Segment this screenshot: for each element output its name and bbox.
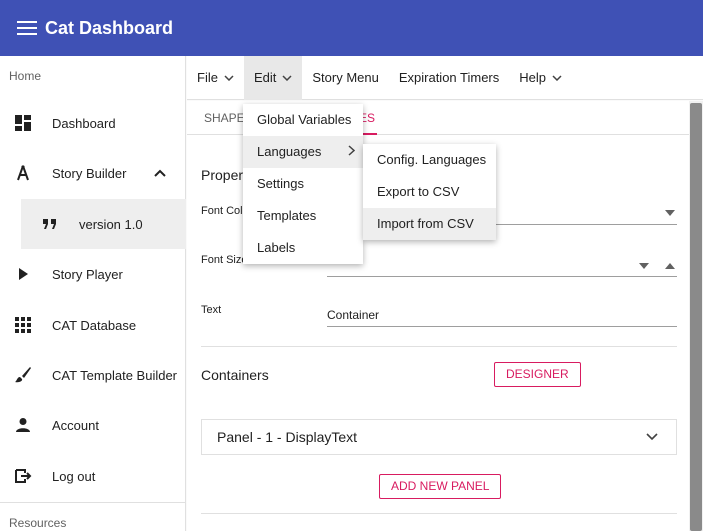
- sidebar-item-label: Account: [52, 417, 99, 433]
- menu-edit[interactable]: Edit: [243, 55, 303, 100]
- dashboard-icon: [14, 114, 32, 132]
- menu-story-menu[interactable]: Story Menu: [302, 56, 388, 100]
- menu-edit-label: Edit: [253, 69, 277, 85]
- sidebar-item-label: Story Builder: [52, 165, 127, 181]
- menu-item-global-variables[interactable]: Global Variables: [243, 104, 363, 136]
- menu-expiration-timers-label: Expiration Timers: [398, 69, 500, 85]
- person-icon: [14, 416, 32, 434]
- font-size-select[interactable]: [327, 253, 677, 277]
- brush-icon: [14, 366, 32, 384]
- chevron-right-icon: [348, 136, 356, 168]
- menu-item-languages[interactable]: Languages: [243, 136, 363, 168]
- sidebar-item-log-out[interactable]: Log out: [0, 451, 186, 501]
- menu-item-settings[interactable]: Settings: [243, 168, 363, 200]
- menu-file-label: File: [197, 69, 218, 85]
- chevron-up-icon[interactable]: [154, 166, 166, 180]
- play-icon: [14, 265, 32, 283]
- menu-item-import-csv[interactable]: Import from CSV: [363, 208, 496, 240]
- edit-dropdown-menu: Global Variables Languages Settings Temp…: [243, 104, 363, 264]
- text-label: Text: [201, 304, 222, 316]
- sidebar-item-label: version 1.0: [79, 216, 143, 232]
- sidebar-item-label: CAT Template Builder: [52, 367, 178, 383]
- menu-help[interactable]: Help: [509, 56, 572, 100]
- designer-button[interactable]: DESIGNER: [494, 362, 581, 387]
- app-bar: Cat Dashboard: [0, 0, 703, 56]
- sidebar-item-account[interactable]: Account: [0, 400, 186, 450]
- properties-title: Proper: [201, 167, 244, 183]
- menu-expiration-timers[interactable]: Expiration Timers: [389, 56, 509, 100]
- containers-title: Containers: [201, 367, 269, 383]
- sidebar-section-resources: Resources: [9, 516, 67, 530]
- chevron-down-icon[interactable]: [646, 430, 658, 444]
- sidebar-divider: [0, 502, 186, 503]
- sidebar-item-dashboard[interactable]: Dashboard: [0, 98, 186, 148]
- menu-item-templates[interactable]: Templates: [243, 200, 363, 232]
- dropdown-arrow-icon: [665, 201, 675, 225]
- sidebar-section-home: Home: [9, 69, 42, 83]
- languages-submenu: Config. Languages Export to CSV Import f…: [363, 144, 496, 240]
- menu-bar: File Edit Story Menu Expiration Timers H…: [187, 55, 703, 100]
- menu-item-labels[interactable]: Labels: [243, 232, 363, 264]
- divider: [201, 513, 677, 514]
- sidebar-item-label: Story Player: [52, 266, 123, 282]
- sidebar-item-story-player[interactable]: Story Player: [0, 249, 186, 299]
- font-size-label: Font Size: [201, 254, 248, 266]
- sidebar-item-label: CAT Database: [52, 317, 137, 333]
- menu-item-export-csv[interactable]: Export to CSV: [363, 176, 496, 208]
- scrollbar[interactable]: [689, 101, 703, 531]
- font-color-label: Font Colo: [201, 205, 249, 217]
- menu-file[interactable]: File: [187, 56, 244, 100]
- app-title: Cat Dashboard: [45, 17, 174, 38]
- chevron-down-icon: [552, 74, 562, 81]
- quote-icon: [41, 215, 59, 233]
- grid-icon: [14, 316, 32, 334]
- sidebar-item-label: Dashboard: [52, 115, 116, 131]
- menu-help-label: Help: [519, 69, 547, 85]
- sidebar-item-cat-template-builder[interactable]: CAT Template Builder: [0, 350, 186, 400]
- sidebar-item-story-builder[interactable]: Story Builder: [0, 148, 186, 198]
- sidebar-item-cat-database[interactable]: CAT Database: [0, 300, 186, 350]
- stepper-up-icon[interactable]: [665, 253, 675, 277]
- expansion-panel[interactable]: Panel - 1 - DisplayText: [201, 419, 677, 455]
- sidebar-item-version[interactable]: version 1.0: [21, 199, 186, 249]
- sidebar-item-label: Log out: [52, 468, 96, 484]
- menu-item-languages-label: Languages: [257, 144, 322, 159]
- dropdown-arrow-icon: [639, 253, 649, 277]
- panel-label: Panel - 1 - DisplayText: [217, 429, 358, 445]
- chevron-down-icon: [224, 74, 234, 81]
- divider: [201, 346, 677, 347]
- text-input[interactable]: Container: [327, 303, 677, 327]
- scrollbar-thumb[interactable]: [690, 103, 702, 531]
- hamburger-menu-icon[interactable]: [17, 21, 37, 35]
- menu-story-menu-label: Story Menu: [312, 69, 379, 85]
- story-builder-icon: [14, 164, 32, 182]
- menu-item-config-languages[interactable]: Config. Languages: [363, 144, 496, 176]
- sidebar: Home Dashboard Story Builder version 1.0…: [0, 56, 186, 531]
- logout-icon: [14, 467, 32, 485]
- add-new-panel-button[interactable]: ADD NEW PANEL: [379, 474, 502, 499]
- chevron-down-icon: [282, 74, 292, 81]
